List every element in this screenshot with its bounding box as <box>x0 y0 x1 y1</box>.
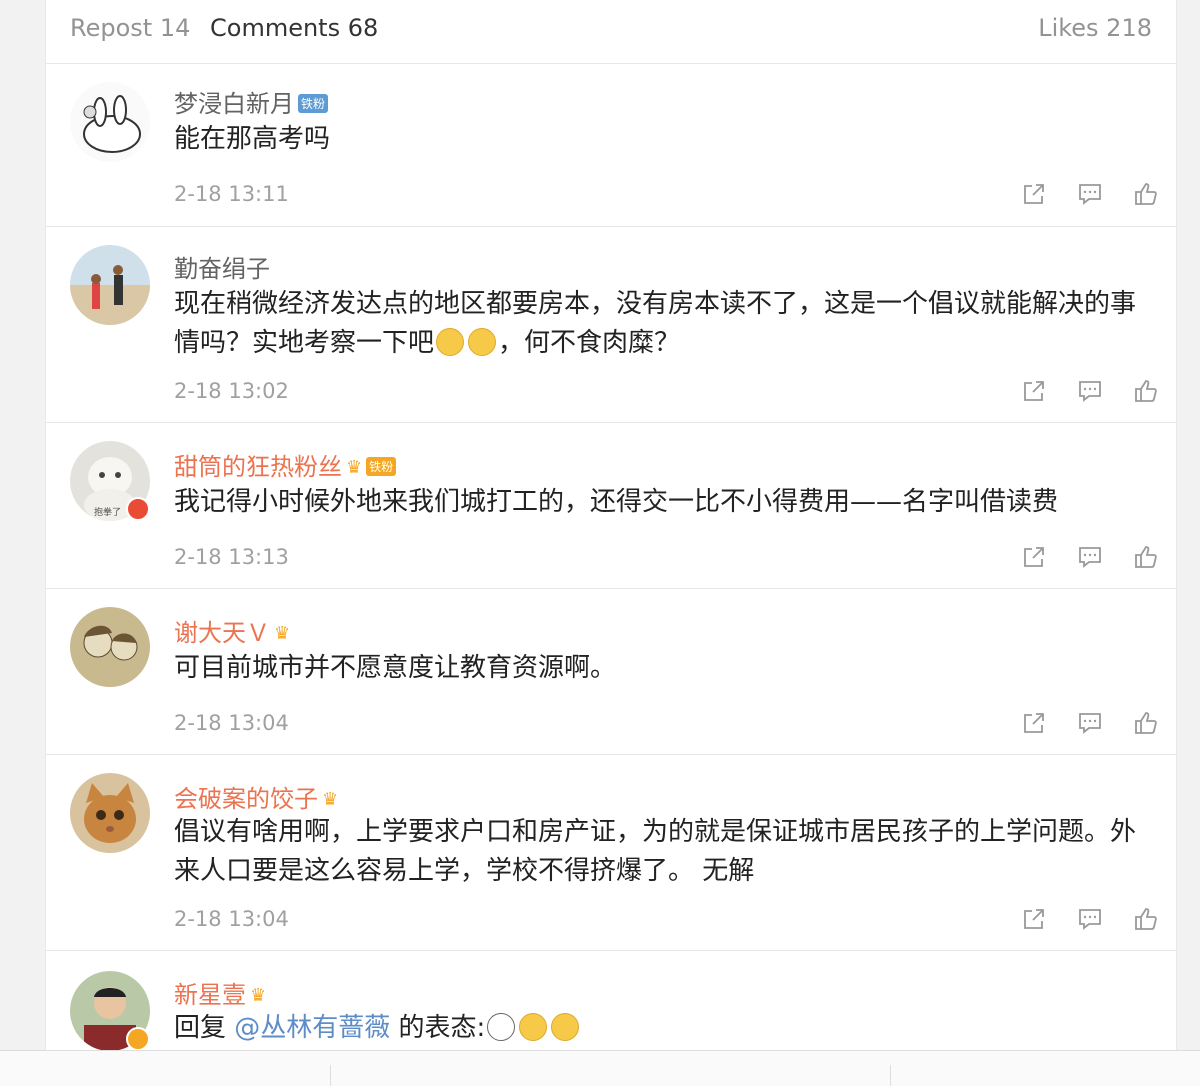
crown-icon: ♛ <box>346 457 363 478</box>
comment-text: 可目前城市并不愿意度让教育资源啊。 <box>174 653 617 683</box>
toolbar-divider <box>890 1065 891 1086</box>
username-text[interactable]: 会破案的饺子 <box>174 785 318 813</box>
like-icon[interactable] <box>1134 711 1158 735</box>
share-icon[interactable] <box>1022 182 1046 206</box>
toolbar-divider <box>330 1065 331 1086</box>
like-icon[interactable] <box>1134 379 1158 403</box>
avatar[interactable] <box>70 82 150 162</box>
timestamp: 2-18 13:13 <box>174 545 289 569</box>
comment-actions <box>1022 711 1158 735</box>
tab-comments[interactable]: Comments 68 <box>210 14 378 42</box>
reply-prefix: 回复 <box>174 1013 227 1043</box>
comment-item: 抱拳了 甜筒的狂热粉丝 ♛ 铁粉 我记得小时候外地来我们城打工的，还得交一比不小得费… <box>46 423 1176 589</box>
share-icon[interactable] <box>1022 379 1046 403</box>
like-icon[interactable] <box>1134 907 1158 931</box>
comment-item: 谢大天Ｖ ♛ 可目前城市并不愿意度让教育资源啊。 2-18 13:04 <box>46 589 1176 755</box>
comment-icon[interactable] <box>1078 545 1102 569</box>
sweat-emoji-icon <box>468 328 497 356</box>
timestamp: 2-18 13:11 <box>174 182 289 206</box>
avatar-caption: 抱拳了 <box>94 506 121 518</box>
comment-text: 我记得小时候外地来我们城打工的，还得交一比不小得费用——名字叫借读费 <box>174 487 1059 517</box>
like-icon[interactable] <box>1134 545 1158 569</box>
timestamp: 2-18 13:02 <box>174 379 289 403</box>
comment-item: 会破案的饺子 ♛ 倡议有啥用啊，上学要求户口和房产证，为的就是保证城市居民孩子的上… <box>46 755 1176 951</box>
avatar[interactable] <box>70 773 150 853</box>
comments-panel: Repost 14 Comments 68 Likes 218 梦浸白新月 铁粉 … <box>45 0 1177 1050</box>
comment-icon[interactable] <box>1078 711 1102 735</box>
tab-bar: Repost 14 Comments 68 Likes 218 <box>46 0 1176 64</box>
crown-icon: ♛ <box>250 985 267 1006</box>
comment-icon[interactable] <box>1078 379 1102 403</box>
avatar[interactable] <box>70 607 150 687</box>
like-icon[interactable] <box>1134 182 1158 206</box>
crown-icon: ♛ <box>322 789 339 810</box>
comment-text: 回复 @丛林有蔷薇 的表态: <box>174 1009 1154 1048</box>
share-icon[interactable] <box>1022 545 1046 569</box>
verified-icon <box>126 1027 150 1050</box>
username[interactable]: 会破案的饺子 ♛ <box>174 779 338 814</box>
crown-icon: ♛ <box>274 623 291 644</box>
username-text[interactable]: 梦浸白新月 <box>174 90 294 118</box>
share-icon[interactable] <box>1022 907 1046 931</box>
verified-icon <box>126 497 150 521</box>
share-icon[interactable] <box>1022 711 1046 735</box>
comment-text: 能在那高考吗 <box>174 124 331 154</box>
timestamp: 2-18 13:04 <box>174 711 289 735</box>
comment-text-tail: ，何不食肉糜？ <box>498 328 681 358</box>
comment-text: 倡议有啥用啊，上学要求户口和房产证，为的就是保证城市居民孩子的上学问题。外来人口… <box>174 817 1137 886</box>
tab-likes[interactable]: Likes 218 <box>1038 14 1152 42</box>
comment-actions <box>1022 545 1158 569</box>
username[interactable]: 新星壹 ♛ <box>174 975 266 1010</box>
username-text[interactable]: 谢大天Ｖ <box>174 619 270 647</box>
timestamp: 2-18 13:04 <box>174 907 289 931</box>
comment-item: 新星壹 ♛ 回复 @丛林有蔷薇 的表态: <box>46 951 1176 1050</box>
username[interactable]: 梦浸白新月 铁粉 <box>174 84 329 119</box>
tab-repost[interactable]: Repost 14 <box>70 14 190 42</box>
reply-suffix: 的表态: <box>390 1013 486 1043</box>
comment-item: 梦浸白新月 铁粉 能在那高考吗 2-18 13:11 <box>46 64 1176 227</box>
bottom-toolbar <box>0 1050 1200 1086</box>
username-text[interactable]: 甜筒的狂热粉丝 <box>174 453 342 481</box>
comment-actions <box>1022 379 1158 403</box>
comment-actions <box>1022 182 1158 206</box>
fan-badge: 铁粉 <box>298 94 329 113</box>
username-text[interactable]: 新星壹 <box>174 981 246 1009</box>
comment-icon[interactable] <box>1078 907 1102 931</box>
panda-emoji-icon <box>487 1013 516 1041</box>
comment-item: 勤奋绢子 现在稍微经济发达点的地区都要房本，没有房本读不了，这是一个倡议就能解决… <box>46 227 1176 423</box>
username[interactable]: 勤奋绢子 <box>174 249 270 284</box>
comment-icon[interactable] <box>1078 182 1102 206</box>
crying-emoji-icon <box>519 1013 548 1041</box>
mention-link[interactable]: @丛林有蔷薇 <box>234 1013 390 1043</box>
comment-text: 现在稍微经济发达点的地区都要房本，没有房本读不了，这是一个倡议就能解决的事情吗？… <box>174 285 1154 363</box>
comment-actions <box>1022 907 1158 931</box>
username[interactable]: 甜筒的狂热粉丝 ♛ 铁粉 <box>174 447 397 482</box>
shy-emoji-icon <box>551 1013 580 1041</box>
fan-badge: 铁粉 <box>366 457 397 476</box>
sweat-emoji-icon <box>436 328 465 356</box>
username[interactable]: 谢大天Ｖ ♛ <box>174 613 290 648</box>
avatar[interactable] <box>70 245 150 325</box>
